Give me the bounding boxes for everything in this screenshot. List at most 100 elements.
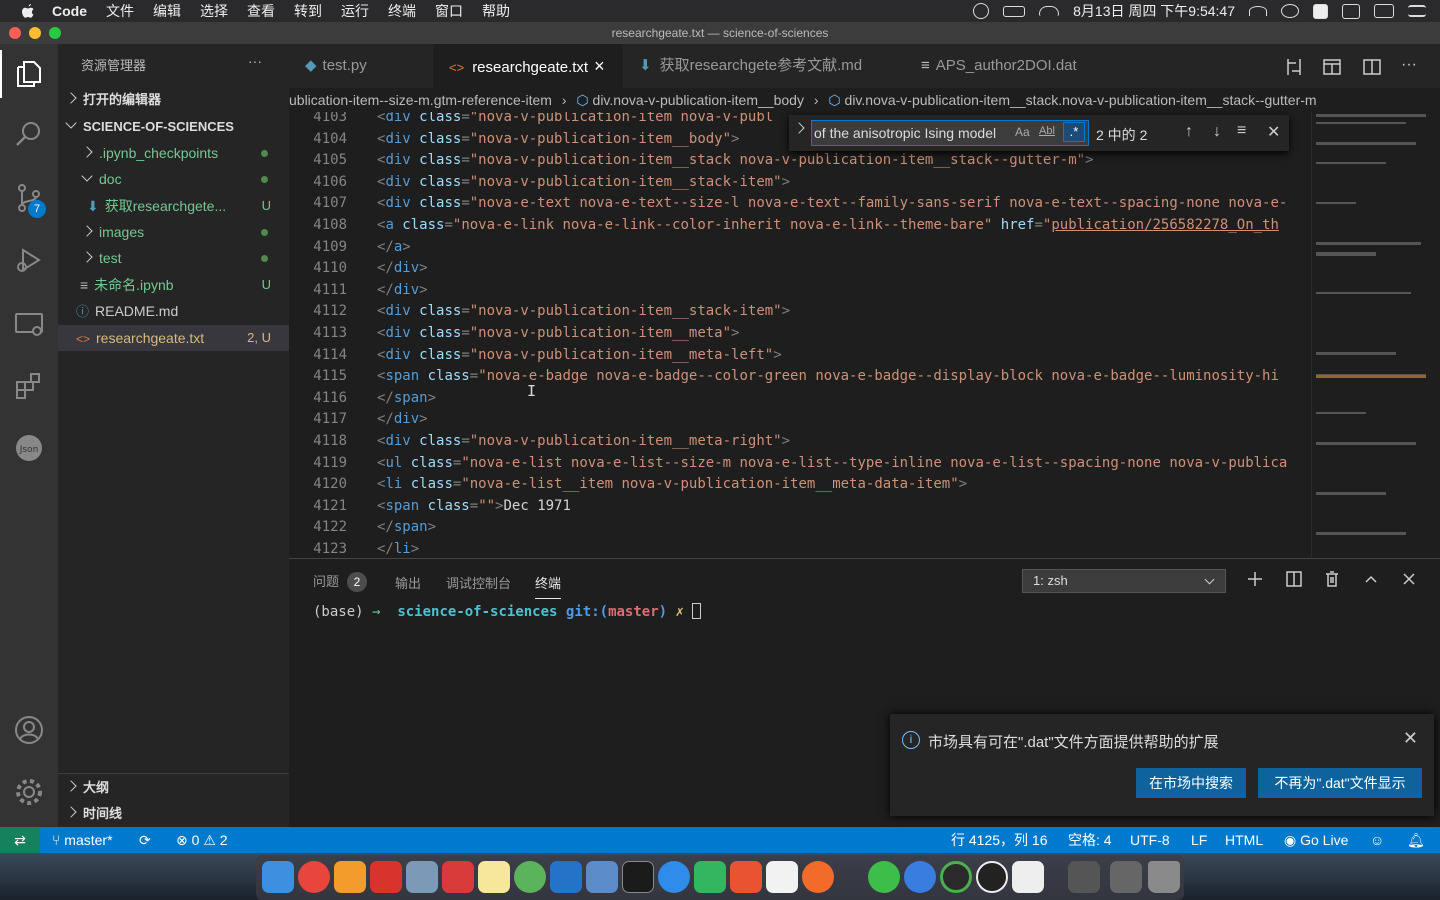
notification-center-icon[interactable] [1408, 5, 1426, 17]
split-terminal-icon[interactable] [1284, 569, 1304, 589]
git-client-icon[interactable] [730, 861, 762, 893]
terminal-app-icon[interactable] [622, 861, 654, 893]
typora-icon[interactable] [1012, 861, 1044, 893]
preview-icon[interactable] [406, 861, 438, 893]
screenshot-folder-icon[interactable] [1068, 861, 1100, 893]
open-editors-section[interactable]: 打开的编辑器 [58, 87, 289, 113]
code-line[interactable]: </li> [377, 541, 419, 557]
previous-match-icon[interactable]: ↑ [1185, 123, 1193, 141]
tree-item-ipynb-checkpoints[interactable]: .ipynb_checkpoints [58, 140, 289, 166]
maps-icon[interactable] [514, 861, 546, 893]
downloads-folder-icon[interactable] [1110, 861, 1142, 893]
code-line[interactable]: <div class="nova-v-publication-item__met… [377, 347, 782, 363]
trash-icon[interactable] [1148, 861, 1180, 893]
json-icon[interactable]: Json [13, 432, 45, 464]
tree-item-researchgeate-txt[interactable]: <> researchgeate.txt 2, U [58, 325, 289, 351]
menu-run[interactable]: 运行 [341, 1, 369, 21]
code-line[interactable]: <div class="nova-v-publication-item__bod… [377, 131, 739, 147]
compare-changes-icon[interactable] [1284, 57, 1304, 77]
maximize-panel-icon[interactable] [1361, 569, 1381, 589]
menu-file[interactable]: 文件 [106, 1, 134, 21]
parallels-icon[interactable] [370, 861, 402, 893]
activity-ring-icon[interactable] [940, 861, 972, 893]
more-actions-icon[interactable]: ··· [1401, 56, 1417, 74]
vscode-icon[interactable] [550, 861, 582, 893]
code-editor[interactable]: 4103 <div class="nova-v-publication-item … [289, 112, 1311, 558]
indentation[interactable]: 空格: 4 [1068, 827, 1112, 853]
tree-item-readme[interactable]: ⓘ README.md [58, 298, 289, 324]
code-line[interactable]: <div class="nova-v-publication-item__sta… [377, 152, 1093, 168]
kill-terminal-icon[interactable] [1322, 569, 1342, 589]
wechat-icon[interactable] [1281, 4, 1299, 18]
menu-terminal[interactable]: 终端 [388, 1, 416, 21]
code-line[interactable]: <div class="nova-v-publication-item nova… [377, 112, 773, 125]
close-notification-icon[interactable]: ✕ [1403, 728, 1418, 749]
close-window-button[interactable] [9, 27, 21, 39]
code-line[interactable]: <ul class="nova-e-list nova-e-list--size… [377, 455, 1287, 471]
tab-output[interactable]: 输出 [395, 573, 421, 592]
paw-icon[interactable] [802, 861, 834, 893]
match-case-icon[interactable]: Aa [1015, 125, 1030, 139]
tree-item-test[interactable]: test [58, 245, 289, 271]
menu-go[interactable]: 转到 [294, 1, 322, 21]
tree-item-doc[interactable]: doc [58, 166, 289, 192]
flag-icon[interactable] [1342, 3, 1360, 19]
terminal-select[interactable]: 1: zsh [1022, 569, 1226, 593]
notes-icon[interactable] [478, 861, 510, 893]
extensions-icon[interactable] [13, 370, 45, 402]
new-terminal-icon[interactable] [1245, 569, 1265, 589]
git-branch[interactable]: ⑂ master* [52, 827, 113, 853]
problems-indicator[interactable]: ⊗ 0 ⚠ 2 [176, 827, 228, 853]
next-match-icon[interactable]: ↓ [1213, 123, 1221, 141]
battery-icon[interactable] [1003, 5, 1026, 17]
breadcrumb-item-3[interactable]: div.nova-v-publication-item__stack.nova-… [845, 92, 1317, 108]
code-line[interactable]: <div class="nova-v-publication-item__met… [377, 325, 739, 341]
code-line[interactable]: <span class="nova-e-badge nova-e-badge--… [377, 368, 1279, 384]
finder-icon[interactable] [262, 861, 294, 893]
tab-researchgete-md[interactable]: ⬇ 获取researchgete参考文献.md [623, 44, 905, 88]
explorer-icon[interactable] [13, 58, 45, 90]
code-line[interactable]: </div> [377, 282, 428, 298]
go-live-button[interactable]: ◉ Go Live [1284, 827, 1348, 853]
project-section[interactable]: SCIENCE-OF-SCIENCES [58, 114, 289, 140]
code-line[interactable]: </span> [377, 519, 436, 535]
code-line[interactable]: </span> [377, 390, 436, 406]
regex-icon[interactable]: .* [1063, 122, 1085, 142]
dont-show-again-button[interactable]: 不再为".dat"文件显示 [1258, 768, 1422, 798]
breadcrumb-item-1[interactable]: ublication-item--size-m.gtm-reference-it… [289, 92, 552, 108]
open-preview-icon[interactable] [1322, 57, 1342, 77]
code-line[interactable]: <a class="nova-e-link nova-e-link--color… [377, 217, 1279, 233]
tree-item-researchgete-md[interactable]: ⬇ 获取researchgete... U [58, 193, 289, 219]
sidebar-more-button[interactable]: ··· [248, 53, 262, 69]
code-line[interactable]: </div> [377, 411, 428, 427]
sync-icon[interactable]: ⟳ [139, 827, 151, 853]
code-line[interactable]: <div class="nova-v-publication-item__sta… [377, 174, 790, 190]
tab-researchgeate-txt[interactable]: <> researchgeate.txt × [433, 44, 623, 88]
remote-indicator[interactable]: ⇄ [0, 827, 40, 853]
control-center-icon[interactable] [1374, 4, 1394, 18]
end-of-line[interactable]: LF [1191, 827, 1207, 853]
obs-icon[interactable] [973, 3, 990, 19]
feedback-icon[interactable]: ☺ [1370, 827, 1384, 853]
code-line[interactable]: </a> [377, 239, 411, 255]
menu-select[interactable]: 选择 [200, 1, 228, 21]
code-line[interactable]: <div class="nova-v-publication-item__sta… [377, 303, 790, 319]
tree-item-untitled-ipynb[interactable]: ≡ 未命名.ipynb U [58, 272, 289, 298]
code-line[interactable]: <span class="">Dec 1971 [377, 498, 571, 514]
menubar-clock[interactable]: 8月13日 周四 下午9:54:47 [1073, 1, 1235, 21]
tab-aps-author2doi[interactable]: ≡ APS_author2DOI.dat [905, 44, 1115, 88]
zoom-window-button[interactable] [49, 27, 61, 39]
settings-gear-icon[interactable] [13, 776, 45, 808]
wifi-icon[interactable] [1249, 6, 1267, 16]
cursor-position[interactable]: 行 4125，列 16 [951, 827, 1048, 853]
match-word-icon[interactable]: Abl [1039, 125, 1055, 137]
telegram-icon[interactable] [658, 861, 690, 893]
cloud-icon[interactable] [1039, 6, 1060, 16]
timeline-section[interactable]: 时间线 [58, 801, 289, 827]
toggle-replace-icon[interactable] [793, 122, 805, 134]
menu-window[interactable]: 窗口 [435, 1, 463, 21]
tab-problems[interactable]: 问题 2 [313, 571, 368, 592]
close-panel-icon[interactable] [1399, 569, 1419, 589]
books-icon[interactable] [334, 861, 366, 893]
menu-view[interactable]: 查看 [247, 1, 275, 21]
